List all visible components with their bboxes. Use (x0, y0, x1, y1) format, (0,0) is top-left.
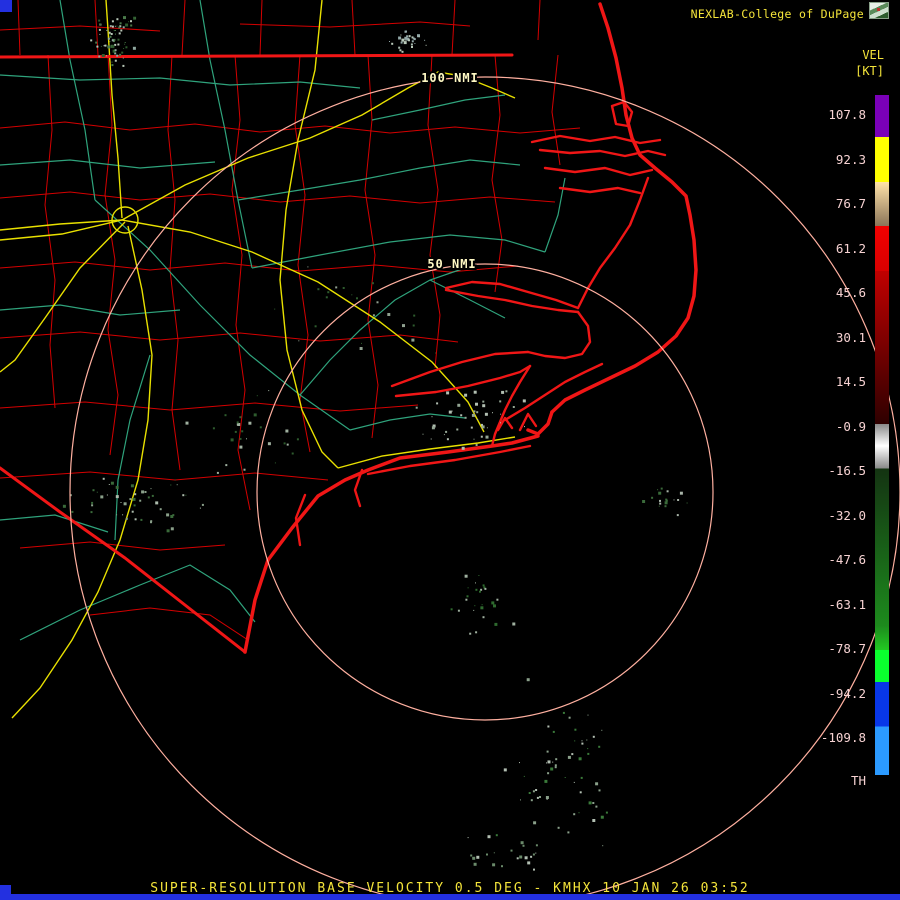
colorbar-tick: -109.8 (820, 730, 866, 745)
velocity-colorbar (875, 95, 889, 775)
bottom-frame-strip (0, 894, 900, 900)
colorbar-threshold-label: TH (850, 773, 866, 788)
range-rings-layer (69, 76, 900, 900)
colorbar-tick: 92.3 (835, 152, 866, 167)
colorbar-tick: 45.6 (835, 285, 866, 300)
colorbar-tick: -78.7 (828, 641, 866, 656)
colorbar-tick: -63.1 (828, 597, 866, 612)
highways-layer (0, 0, 516, 719)
radar-echoes-layer (62, 16, 688, 871)
colorbar-tick: 61.2 (835, 241, 866, 256)
colorbar-tick: 76.7 (835, 196, 866, 211)
radar-map: 100 NMI 50 NMI (0, 0, 900, 900)
colorbar-tick: -0.9 (835, 419, 866, 434)
secondary-roads-layer (0, 0, 566, 641)
radar-screen: 100 NMI 50 NMI NEXLAB-College of DuPage … (0, 0, 900, 900)
range-ring-100nmi (69, 76, 900, 900)
colorbar-tick: 107.8 (828, 107, 866, 122)
colorbar-tick: 30.1 (835, 330, 866, 345)
colorbar-tick: -47.6 (828, 552, 866, 567)
bottom-left-frame-mark (0, 885, 11, 900)
top-left-frame-mark (0, 0, 12, 12)
range-ring-label-100: 100 NMI (421, 71, 479, 85)
colorbar-tick: -94.2 (828, 686, 866, 701)
colorbar-tick: 14.5 (835, 374, 866, 389)
range-ring-label-50: 50 NMI (427, 257, 476, 271)
nexlab-logo-icon (869, 2, 889, 19)
site-header-title: NEXLAB-College of DuPage (690, 7, 864, 21)
logo-dot (877, 8, 880, 11)
colorbar-tick: -32.0 (828, 508, 866, 523)
colorbar-title: VEL (862, 48, 884, 62)
colorbar-tick: -16.5 (828, 463, 866, 478)
colorbar-units: [KT] (855, 64, 884, 78)
coastline-layer (243, 2, 698, 654)
